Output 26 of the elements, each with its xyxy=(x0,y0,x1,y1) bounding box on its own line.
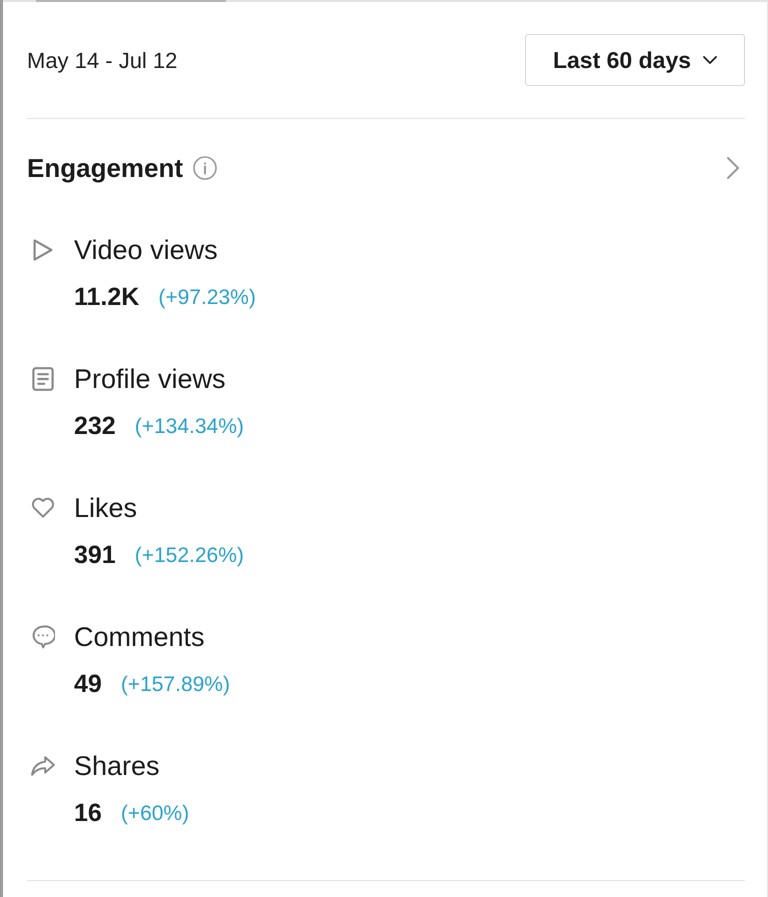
share-arrow-icon xyxy=(31,754,55,778)
metric-change: (+134.34%) xyxy=(134,414,244,440)
metric-change: (+97.23%) xyxy=(158,285,256,311)
play-icon xyxy=(31,238,55,262)
metric-value: 391 xyxy=(74,540,116,571)
metric-label: Shares xyxy=(74,750,160,783)
metric-value: 232 xyxy=(74,411,116,442)
heart-icon xyxy=(31,496,55,520)
section-title: Engagement xyxy=(27,152,184,184)
document-icon xyxy=(31,367,55,391)
metric-label: Comments xyxy=(74,621,205,654)
speech-bubble-icon xyxy=(31,625,55,649)
metric-value: 16 xyxy=(74,798,102,829)
info-icon[interactable] xyxy=(193,156,218,180)
chevron-down-icon xyxy=(703,56,718,64)
metric-change: (+60%) xyxy=(120,801,190,827)
metric-label: Likes xyxy=(74,492,138,525)
date-range: May 14 - Jul 12 xyxy=(27,46,178,75)
metric-value: 49 xyxy=(74,669,102,700)
period-dropdown[interactable]: Last 60 days xyxy=(525,34,745,86)
chevron-right-icon[interactable] xyxy=(727,157,739,179)
metric-change: (+157.89%) xyxy=(120,672,230,698)
metric-label: Video views xyxy=(74,234,218,267)
metric-value: 11.2K xyxy=(74,282,140,313)
metric-change: (+152.26%) xyxy=(134,543,244,569)
metric-label: Profile views xyxy=(74,363,226,396)
